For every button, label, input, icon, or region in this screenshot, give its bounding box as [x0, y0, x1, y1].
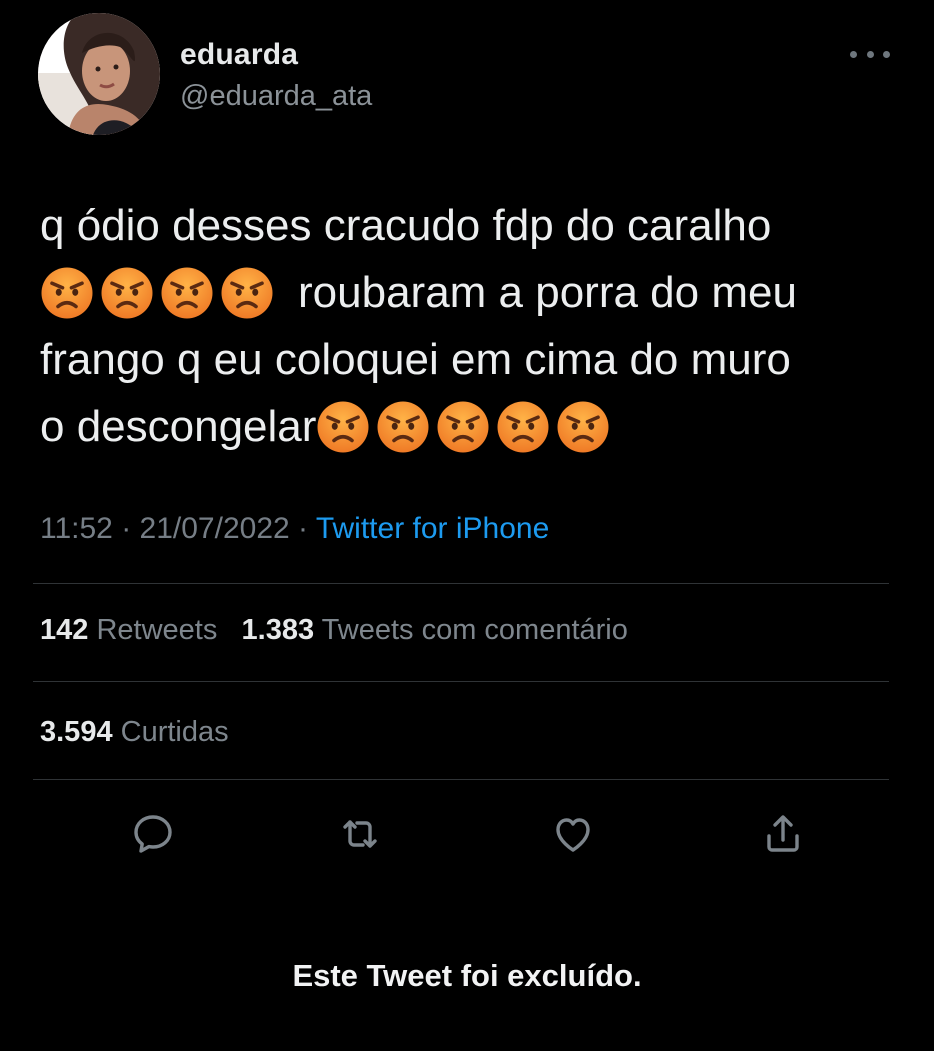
meta-separator: · [298, 512, 309, 545]
tweet-date[interactable]: 21/07/2022 [140, 512, 290, 545]
tweet-card: eduarda @eduarda_ata q ódio desses cracu… [0, 0, 934, 1051]
profile-photo-icon [38, 13, 160, 135]
quotes-stat[interactable]: 1.383 Tweets com comentário [242, 614, 628, 646]
display-name[interactable]: eduarda [180, 38, 298, 72]
angry-face-icon [437, 401, 489, 452]
tweet-text: q ódio desses cracudo fdp do caralho roub… [40, 192, 910, 460]
tweet-meta: 11:52 · 21/07/2022 · Twitter for iPhone [40, 512, 549, 546]
more-options-icon[interactable] [850, 42, 890, 66]
likes-stats: 3.594 Curtidas [40, 716, 229, 749]
tweet-time[interactable]: 11:52 [40, 512, 113, 545]
reply-icon [134, 815, 172, 853]
tweet-text-line: q ódio desses cracudo fdp do caralho [40, 192, 910, 259]
angry-face-icon [41, 267, 93, 318]
quotes-label: Tweets com comentário [321, 614, 628, 646]
angry-face-icon [221, 267, 273, 318]
tweet-text-segment: roubaram a porra do meu [298, 267, 797, 317]
tweet-text-segment: q ódio desses cracudo fdp do caralho [40, 200, 772, 250]
angry-face-icon [497, 401, 549, 452]
retweets-label: Retweets [96, 614, 218, 646]
tweet-text-line: frango q eu coloquei em cima do muro [40, 326, 910, 393]
angry-face-icon [377, 401, 429, 452]
tweet-text-line: o descongelar [40, 393, 910, 460]
angry-face-icon [317, 401, 369, 452]
tweet-text-line: roubaram a porra do meu [40, 259, 910, 326]
meta-separator: · [121, 512, 132, 545]
like-button[interactable] [547, 808, 599, 860]
emoji-group [316, 400, 616, 454]
likes-label: Curtidas [120, 716, 229, 748]
likes-count: 3.594 [40, 716, 113, 748]
retweets-stat[interactable]: 142 Retweets [40, 614, 217, 646]
divider [33, 583, 889, 584]
user-handle[interactable]: @eduarda_ata [180, 80, 372, 113]
engagement-stats: 142 Retweets 1.383 Tweets com comentário [40, 614, 628, 647]
divider [33, 681, 889, 682]
divider [33, 779, 889, 780]
retweet-button[interactable] [334, 808, 386, 860]
angry-face-icon [101, 267, 153, 318]
emoji-group [40, 266, 280, 320]
likes-stat[interactable]: 3.594 Curtidas [40, 716, 229, 748]
angry-face-icon [161, 267, 213, 318]
tweet-source-link[interactable]: Twitter for iPhone [316, 512, 549, 545]
tweet-text-segment: o descongelar [40, 401, 317, 451]
like-icon [556, 818, 590, 852]
share-icon [767, 815, 799, 852]
retweets-count: 142 [40, 614, 89, 646]
quotes-count: 1.383 [241, 614, 315, 646]
reply-button[interactable] [127, 808, 179, 860]
share-button[interactable] [757, 808, 809, 860]
tweet-text-segment: frango q eu coloquei em cima do muro [40, 334, 791, 384]
deleted-notice: Este Tweet foi excluído. [292, 958, 642, 993]
avatar[interactable] [38, 13, 160, 135]
retweet-icon [343, 820, 377, 848]
angry-face-icon [557, 401, 609, 452]
